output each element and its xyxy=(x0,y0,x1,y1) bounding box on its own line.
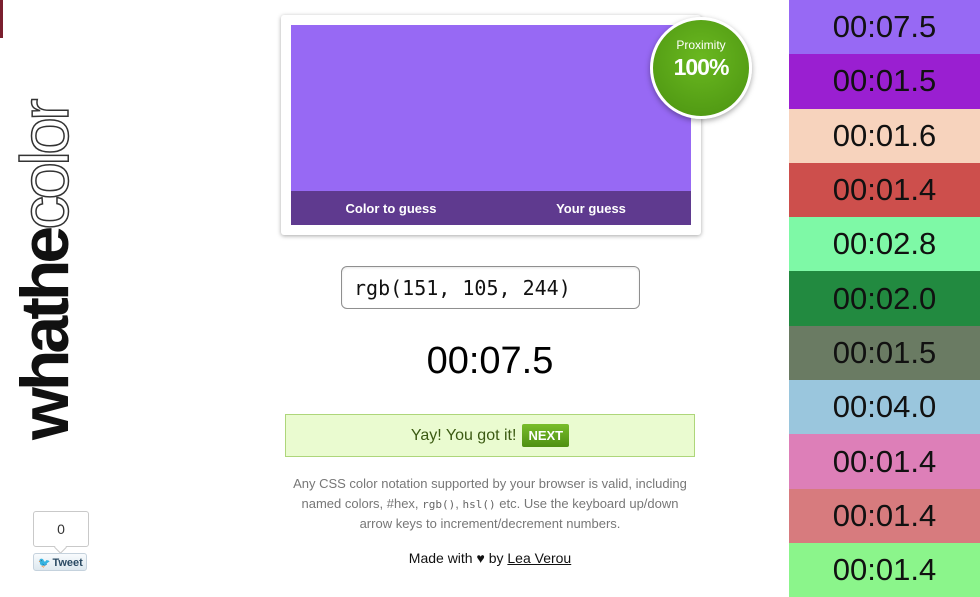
logo-outline-text: color xyxy=(6,102,84,231)
history-item: 00:01.4 xyxy=(789,162,980,218)
logo-bold-text: whathe xyxy=(7,229,83,440)
tweet-button-label: Tweet xyxy=(52,557,83,569)
footer-credit: Made with ♥ by Lea Verou xyxy=(285,550,695,566)
help-text: Any CSS color notation supported by your… xyxy=(285,474,695,534)
swatch-card: Color to guess Your guess xyxy=(281,15,701,235)
app-logo: whathecolor xyxy=(6,50,84,440)
history-item: 00:07.5 xyxy=(789,0,980,55)
success-text: Yay! You got it! xyxy=(410,426,517,444)
author-link[interactable]: Lea Verou xyxy=(507,550,571,566)
help-code-hsl: hsl() xyxy=(462,497,496,511)
proximity-badge: Proximity 100% xyxy=(650,17,752,119)
label-color-to-guess: Color to guess xyxy=(345,200,437,216)
history-item: 00:01.4 xyxy=(789,488,980,543)
history-item: 00:01.6 xyxy=(789,108,980,163)
twitter-bird-icon: 🐦 xyxy=(38,558,51,569)
proximity-value: 100% xyxy=(673,54,730,80)
color-guess-input[interactable] xyxy=(341,266,640,309)
next-button[interactable]: NEXT xyxy=(522,424,570,447)
tweet-count-bubble: 0 xyxy=(33,511,89,547)
history-item: 00:01.5 xyxy=(789,325,980,381)
history-list: 00:07.5 00:01.5 00:01.6 00:01.4 00:02.8 00:02… xyxy=(789,0,980,597)
history-item: 00:04.0 xyxy=(789,380,980,435)
proximity-label: Proximity xyxy=(676,38,726,52)
history-item: 00:01.4 xyxy=(789,542,980,597)
tweet-button[interactable]: 🐦 Tweet xyxy=(33,553,87,571)
game-timer: 00:07.5 xyxy=(426,340,554,382)
history-item: 00:02.0 xyxy=(789,271,980,326)
label-your-guess: Your guess xyxy=(556,200,626,216)
history-item: 00:01.4 xyxy=(789,434,980,489)
footer-by: by xyxy=(488,550,504,566)
help-separator: , xyxy=(455,495,463,511)
history-item: 00:02.8 xyxy=(789,217,980,272)
heart-icon: ♥ xyxy=(476,550,485,566)
corner-mark xyxy=(0,0,3,38)
success-message: Yay! You got it! NEXT xyxy=(285,414,695,457)
history-item: 00:01.5 xyxy=(789,54,980,109)
swatch-labels: Color to guess Your guess xyxy=(291,191,691,225)
help-code-rgb: rgb() xyxy=(422,497,456,511)
footer-prefix: Made with xyxy=(408,550,473,566)
